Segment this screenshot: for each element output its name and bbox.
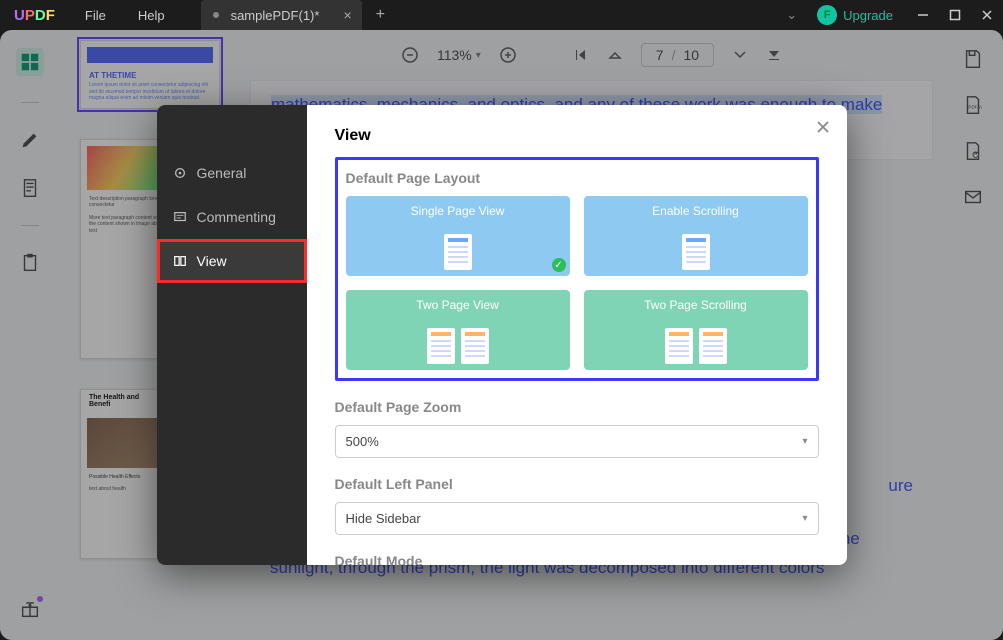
section-heading: Default Mode	[335, 553, 819, 565]
window-maximize-icon[interactable]	[939, 0, 971, 30]
section-heading: Default Page Layout	[346, 170, 808, 186]
layout-enable-scrolling[interactable]: Enable Scrolling	[584, 196, 808, 276]
avatar: F	[817, 5, 837, 25]
layout-card-label: Two Page View	[416, 298, 499, 312]
upgrade-label: Upgrade	[843, 8, 893, 23]
menu-help[interactable]: Help	[122, 8, 181, 23]
modal-title: View	[335, 127, 819, 145]
chevron-down-icon: ▾	[802, 513, 807, 524]
tabs-dropdown-icon[interactable]: ⌄	[786, 7, 797, 23]
sidebar-item-label: View	[197, 253, 227, 269]
settings-modal: General Commenting View View Default Pag…	[157, 105, 847, 565]
tab-title: samplePDF(1)*	[231, 8, 320, 23]
app-logo: UPDF	[0, 7, 69, 24]
sidebar-item-label: Commenting	[197, 209, 276, 225]
sidebar-item-label: General	[197, 165, 247, 181]
layout-card-label: Single Page View	[411, 204, 505, 218]
sidebar-item-commenting[interactable]: Commenting	[157, 195, 307, 239]
menu-file[interactable]: File	[69, 8, 122, 23]
upgrade-button[interactable]: F Upgrade	[817, 5, 893, 25]
chevron-down-icon: ▾	[802, 436, 807, 447]
window-minimize-icon[interactable]	[907, 0, 939, 30]
layout-single-page[interactable]: Single Page View	[346, 196, 570, 276]
document-tab[interactable]: samplePDF(1)* ×	[201, 0, 362, 30]
section-heading: Default Page Zoom	[335, 399, 819, 415]
layout-two-page[interactable]: Two Page View	[346, 290, 570, 370]
settings-sidebar: General Commenting View	[157, 105, 307, 565]
window-close-icon[interactable]	[971, 0, 1003, 30]
section-heading: Default Left Panel	[335, 476, 819, 492]
sidebar-item-view[interactable]: View	[157, 239, 307, 283]
close-icon[interactable]	[815, 119, 831, 135]
tab-dirty-dot	[213, 12, 219, 18]
layout-card-label: Enable Scrolling	[652, 204, 739, 218]
new-tab-icon[interactable]: +	[376, 6, 385, 24]
zoom-select[interactable]: 500% ▾	[335, 425, 819, 458]
modal-backdrop: General Commenting View View Default Pag…	[0, 30, 1003, 640]
layout-two-page-scrolling[interactable]: Two Page Scrolling	[584, 290, 808, 370]
check-icon	[552, 258, 566, 272]
select-value: 500%	[346, 434, 379, 449]
layout-card-label: Two Page Scrolling	[644, 298, 747, 312]
close-tab-icon[interactable]: ×	[343, 7, 351, 23]
select-value: Hide Sidebar	[346, 511, 421, 526]
sidebar-item-general[interactable]: General	[157, 151, 307, 195]
left-panel-select[interactable]: Hide Sidebar ▾	[335, 502, 819, 535]
